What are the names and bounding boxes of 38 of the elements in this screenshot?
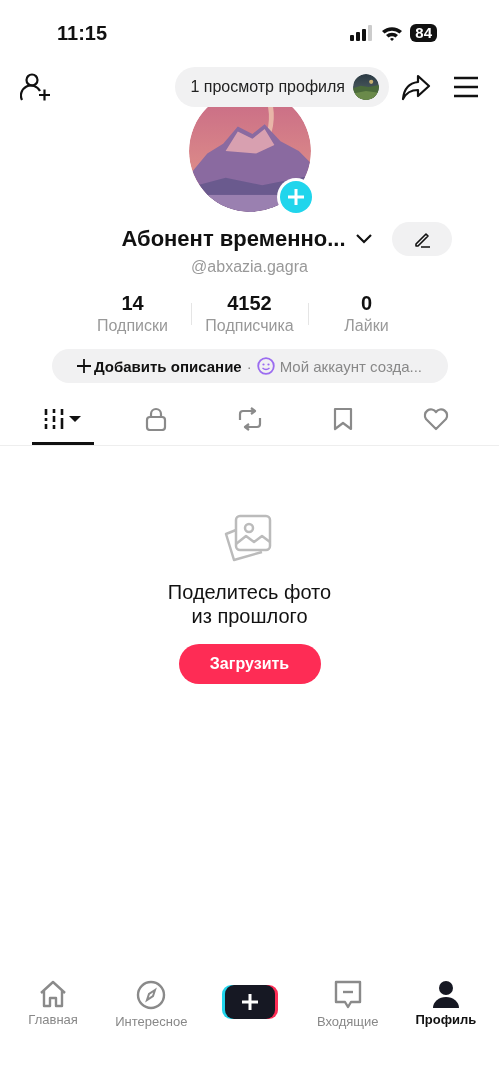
- bookmark-icon: [332, 406, 353, 431]
- menu-icon[interactable]: [453, 76, 479, 98]
- nav-tab[interactable]: Профиль: [415, 980, 477, 1027]
- stat-label: Подписчика: [205, 317, 294, 335]
- plus-icon: [76, 359, 91, 373]
- stat-label: Подписки: [97, 317, 168, 335]
- signal-icon: [350, 25, 375, 41]
- smiley-icon: [256, 357, 275, 375]
- bio-suggestion: Мой аккаунт созда...: [279, 357, 423, 375]
- upload-button[interactable]: Загрузить: [178, 644, 321, 684]
- profile-name: Абонент временно...: [121, 226, 346, 252]
- nav-tab[interactable]: Интересное: [115, 980, 188, 1029]
- profile-views-button[interactable]: 1 просмотр профиля: [175, 67, 389, 107]
- stat-count: 14: [121, 292, 144, 315]
- separator-dot: ·: [246, 357, 252, 375]
- stat-count: 0: [360, 292, 373, 315]
- nav-tab[interactable]: Главная: [28, 980, 78, 1027]
- plus-icon: [221, 984, 278, 1020]
- add-friend-icon[interactable]: [20, 71, 52, 103]
- message-icon: [333, 980, 362, 1010]
- edit-button[interactable]: [391, 222, 452, 256]
- add-photo-button[interactable]: [276, 178, 315, 216]
- battery-level: 84: [410, 24, 437, 42]
- wifi-icon: [381, 25, 404, 41]
- pencil-icon: [412, 230, 431, 248]
- stat-label: Лайки: [344, 317, 389, 335]
- stat-count: 4152: [227, 292, 272, 315]
- add-bio-button[interactable]: Добавить описание: [76, 357, 242, 375]
- lock-icon: [145, 406, 168, 431]
- empty-state-title: Поделитесь фото из прошлого: [167, 580, 332, 628]
- username: @abxazia.gagra: [190, 258, 309, 276]
- status-time: 11:15: [57, 21, 108, 45]
- chevron-down-icon[interactable]: [355, 234, 372, 244]
- compass-icon: [136, 980, 167, 1010]
- share-icon[interactable]: [401, 73, 431, 101]
- heart-icon: [422, 406, 451, 431]
- person-icon: [431, 980, 460, 1008]
- nav-tab[interactable]: Входящие: [316, 980, 379, 1029]
